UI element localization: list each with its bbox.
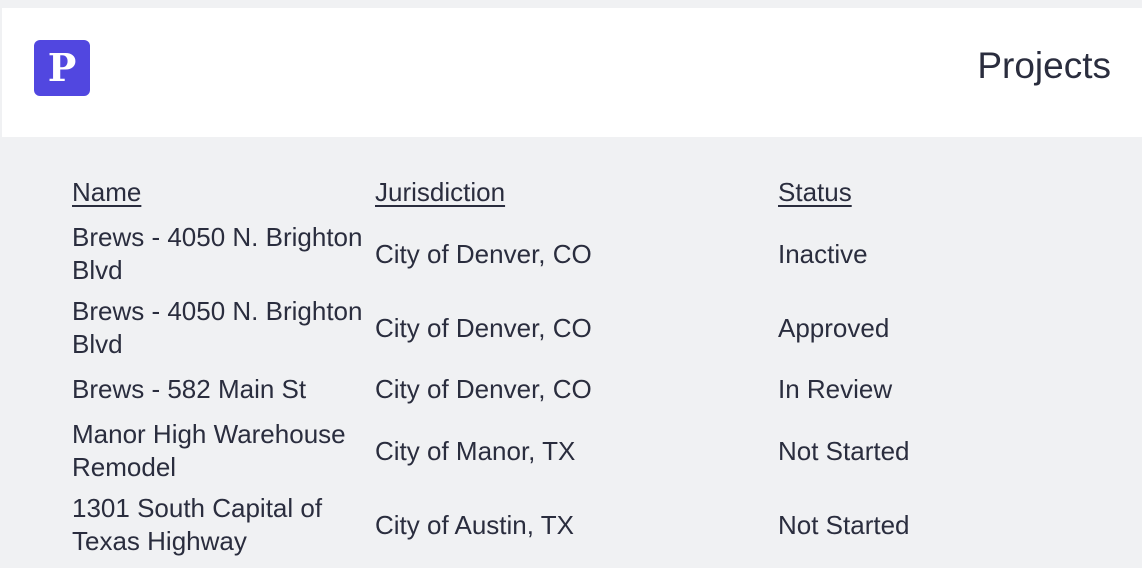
row-status: Approved (778, 312, 890, 343)
table-row[interactable]: 1301 South Capital of Texas Highway City… (72, 492, 1072, 558)
row-jurisdiction: City of Denver, CO (375, 238, 592, 269)
projects-content: Name Jurisdiction Status Brews - 4050 N.… (0, 137, 1142, 568)
row-name: 1301 South Capital of Texas Highway (72, 493, 323, 556)
table-row[interactable]: Manor High Warehouse Remodel City of Man… (72, 418, 1072, 484)
app-frame: P Projects Name Jurisdiction Status Brew… (0, 0, 1142, 568)
row-jurisdiction: City of Denver, CO (375, 374, 592, 404)
page-title: Projects (977, 45, 1111, 86)
row-name: Manor High Warehouse Remodel (72, 419, 346, 482)
row-status: Not Started (778, 509, 910, 540)
column-header-status[interactable]: Status (778, 177, 852, 207)
projects-table: Name Jurisdiction Status Brews - 4050 N.… (72, 173, 1072, 566)
table-row[interactable]: Brews - 4050 N. Brighton Blvd City of De… (72, 295, 1072, 361)
row-status: Not Started (778, 435, 910, 466)
table-row[interactable]: Brews - 4050 N. Brighton Blvd City of De… (72, 221, 1072, 287)
top-strip (0, 0, 1142, 8)
column-header-name[interactable]: Name (72, 177, 141, 207)
row-jurisdiction: City of Austin, TX (375, 509, 574, 540)
row-jurisdiction: City of Manor, TX (375, 435, 576, 466)
row-name: Brews - 4050 N. Brighton Blvd (72, 222, 363, 285)
row-status: Inactive (778, 238, 868, 269)
row-status: In Review (778, 374, 893, 404)
column-header-jurisdiction[interactable]: Jurisdiction (375, 177, 505, 207)
app-header: P Projects (2, 8, 1142, 137)
row-jurisdiction: City of Denver, CO (375, 312, 592, 343)
row-name: Brews - 4050 N. Brighton Blvd (72, 296, 363, 359)
row-name: Brews - 582 Main St (72, 374, 307, 404)
app-logo[interactable]: P (34, 40, 90, 96)
table-header-row: Name Jurisdiction Status (72, 173, 1072, 211)
table-row[interactable]: Brews - 582 Main St City of Denver, CO I… (72, 369, 1072, 410)
